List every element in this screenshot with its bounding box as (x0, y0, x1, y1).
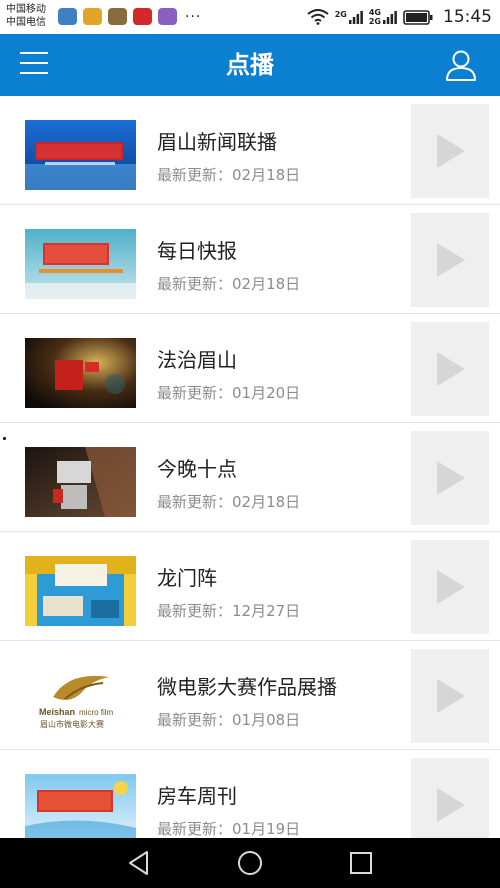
program-thumbnail (25, 447, 136, 517)
status-indicators: 2G 4G 2G 15:45 (307, 4, 492, 30)
program-title: 每日快报 (157, 239, 237, 263)
program-update-date: 最新更新：01月19日 (157, 820, 301, 838)
play-icon (437, 134, 465, 168)
program-title: 微电影大赛作品展播 (157, 675, 337, 699)
app-notification-icon (133, 8, 152, 25)
app-notification-icon (58, 8, 77, 25)
list-item[interactable]: 法治眉山 最新更新：01月20日 (0, 314, 500, 423)
more-notifications: ··· (185, 8, 202, 25)
page-title: 点播 (226, 51, 274, 79)
carrier-1: 中国移动 (6, 4, 46, 15)
program-thumbnail (25, 338, 136, 408)
program-thumbnail (25, 556, 136, 626)
program-thumbnail (25, 774, 136, 838)
program-thumbnail (25, 120, 136, 190)
program-title: 房车周刊 (157, 784, 237, 808)
notification-icons: ··· (58, 8, 201, 25)
app-notification-icon (108, 8, 127, 25)
play-icon (437, 352, 465, 386)
program-title: 眉山新闻联播 (157, 130, 277, 154)
app-bar: 点播 (0, 34, 500, 96)
play-button[interactable] (411, 649, 489, 743)
user-icon[interactable] (444, 48, 478, 82)
play-button[interactable] (411, 104, 489, 198)
signal-1-label: 2G (334, 10, 347, 19)
micro-film-logo-subtext: micro film (79, 708, 114, 717)
signal-strength-icon (348, 11, 363, 24)
micro-film-logo-cn: 眉山市微电影大赛 (40, 719, 104, 729)
carrier-2: 中国电信 (6, 17, 46, 28)
recents-icon[interactable] (347, 849, 375, 877)
stray-dot (3, 437, 6, 440)
play-icon (437, 679, 465, 713)
play-button[interactable] (411, 322, 489, 416)
play-button[interactable] (411, 431, 489, 525)
list-item[interactable]: 房车周刊 最新更新：01月19日 (0, 750, 500, 838)
play-icon (437, 570, 465, 604)
home-icon[interactable] (236, 849, 264, 877)
play-button[interactable] (411, 213, 489, 307)
program-title: 法治眉山 (157, 348, 237, 372)
play-icon (437, 461, 465, 495)
program-update-date: 最新更新：12月27日 (157, 602, 301, 620)
signal-2-label-bottom: 2G (368, 17, 381, 26)
system-nav-bar (0, 838, 500, 888)
app-notification-icon (158, 8, 177, 25)
wifi-icon (307, 9, 329, 25)
battery-icon (403, 9, 433, 25)
list-item[interactable]: Meishan micro film 眉山市微电影大赛 微电影大赛作品展播 最新… (0, 641, 500, 750)
program-title: 今晚十点 (157, 457, 237, 481)
program-title: 龙门阵 (157, 566, 217, 590)
play-icon (437, 243, 465, 277)
app-notification-icon (83, 8, 102, 25)
clock: 15:45 (443, 7, 492, 27)
micro-film-logo-text: Meishan (39, 707, 75, 717)
play-icon (437, 788, 465, 822)
signal-strength-icon (383, 11, 397, 24)
list-item[interactable]: 眉山新闻联播 最新更新：02月18日 (0, 96, 500, 205)
program-update-date: 最新更新：01月20日 (157, 384, 301, 402)
program-update-date: 最新更新：02月18日 (157, 275, 301, 293)
status-bar: 中国移动 中国电信 ··· 2G 4G 2G 15:45 (0, 0, 500, 34)
back-icon[interactable] (125, 849, 153, 877)
program-update-date: 最新更新：02月18日 (157, 493, 301, 511)
program-list: 眉山新闻联播 最新更新：02月18日 每日快报 最新更新：02月18日 法治眉山… (0, 96, 500, 838)
program-thumbnail: Meishan micro film 眉山市微电影大赛 (25, 665, 136, 735)
program-thumbnail (25, 229, 136, 299)
play-button[interactable] (411, 540, 489, 634)
program-update-date: 最新更新：02月18日 (157, 166, 301, 184)
play-button[interactable] (411, 758, 489, 838)
list-item[interactable]: 每日快报 最新更新：02月18日 (0, 205, 500, 314)
signal-2-label-top: 4G (368, 8, 381, 17)
list-item[interactable]: 今晚十点 最新更新：02月18日 (0, 423, 500, 532)
program-update-date: 最新更新：01月08日 (157, 711, 301, 729)
list-item[interactable]: 龙门阵 最新更新：12月27日 (0, 532, 500, 641)
carrier-info: 中国移动 中国电信 (6, 3, 46, 29)
